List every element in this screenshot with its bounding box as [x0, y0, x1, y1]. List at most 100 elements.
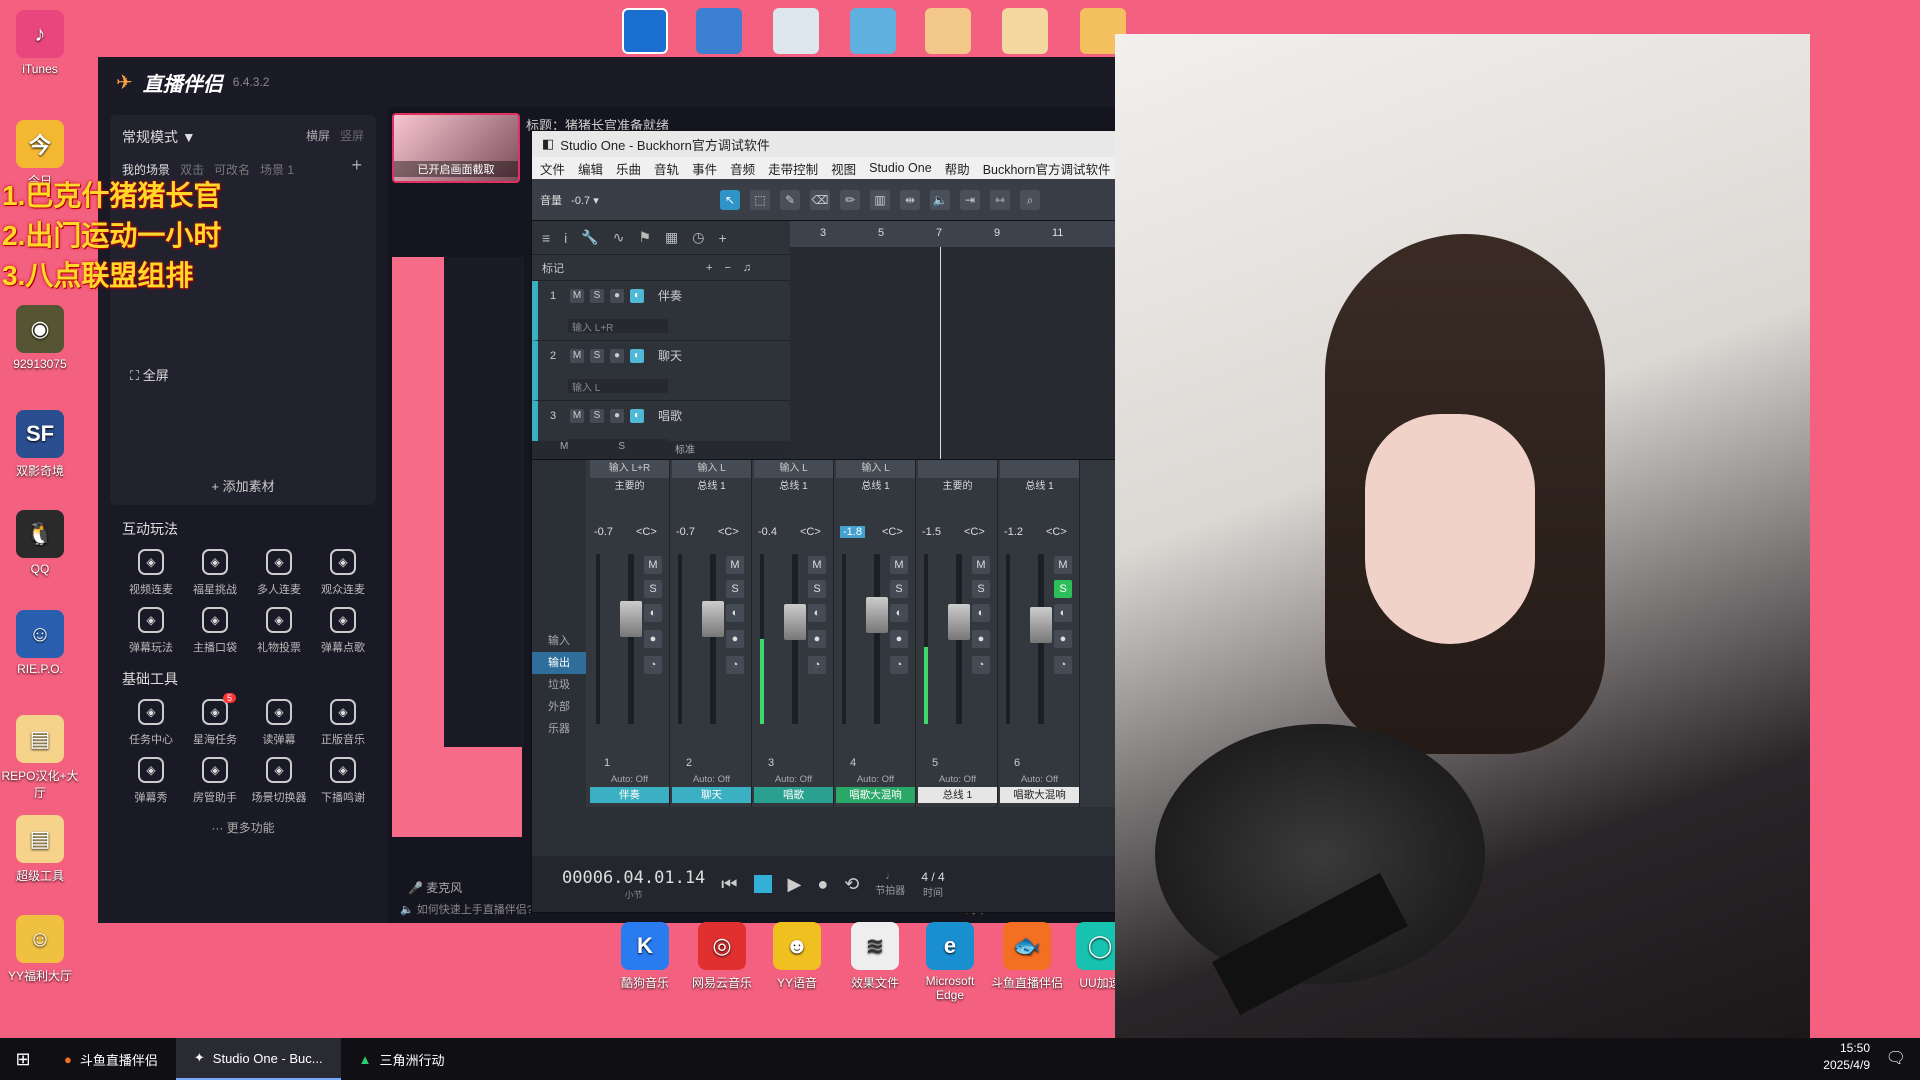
mixer-side-item[interactable]: 输入 — [532, 630, 586, 652]
tool-item[interactable]: ◈ 弹幕玩法 — [120, 605, 182, 655]
tool-item[interactable]: ◈ 读弹幕 — [248, 697, 310, 747]
channel-name[interactable]: 唱歌 — [754, 787, 833, 803]
channel-record-icon[interactable]: ● — [972, 630, 990, 648]
tool-item[interactable]: ◈ 主播口袋 — [184, 605, 246, 655]
grid-icon[interactable]: ▦ — [665, 229, 678, 246]
channel-dial-icon[interactable]: ◔ — [972, 656, 990, 674]
split-tool-icon[interactable]: ✎ — [780, 189, 800, 210]
track-name[interactable]: 唱歌 — [658, 407, 682, 424]
channel-dial-icon[interactable]: ◔ — [890, 656, 908, 674]
source-fullscreen[interactable]: ⛶ 全屏 — [130, 365, 169, 384]
track-input-select[interactable]: 输入 L+R — [568, 319, 668, 334]
channel-mute-button[interactable]: M — [972, 556, 990, 574]
playhead[interactable] — [940, 247, 941, 459]
channel-name[interactable]: 唱歌大混响 — [1000, 787, 1079, 803]
channel-name[interactable]: 唱歌大混响 — [836, 787, 915, 803]
channel-output[interactable]: 主要的 — [918, 478, 997, 496]
solo-button[interactable]: S — [590, 348, 604, 363]
volume-control[interactable]: 音量 -0.7 ▾ — [540, 192, 710, 208]
studio-menu-item[interactable]: Studio One — [869, 161, 932, 175]
track-name[interactable]: 伴奏 — [658, 287, 682, 304]
track-input-select[interactable]: 输入 L — [568, 379, 668, 394]
channel-output[interactable]: 总线 1 — [754, 478, 833, 496]
studio-menu-item[interactable]: 音轨 — [654, 159, 679, 178]
channel-automation[interactable]: Auto: Off — [590, 774, 669, 785]
task-douyu[interactable]: ● 斗鱼直播伴侣 — [46, 1038, 176, 1080]
tool-item[interactable]: ◈ 弹幕点歌 — [312, 605, 374, 655]
track-name[interactable]: 聊天 — [658, 347, 682, 364]
channel-solo-button[interactable]: S — [726, 580, 744, 598]
channel-name[interactable]: 伴奏 — [590, 787, 669, 803]
channel-pan[interactable]: <C> — [1046, 526, 1067, 538]
volume-fader[interactable] — [866, 597, 888, 634]
solo-button[interactable]: S — [590, 288, 604, 303]
add-source-button[interactable]: + 添加素材 — [110, 476, 376, 495]
studio-menu-item[interactable]: 帮助 — [945, 159, 970, 178]
channel-input[interactable]: 输入 L — [672, 460, 751, 478]
channel-record-icon[interactable]: ● — [726, 630, 744, 648]
channel-input[interactable] — [1000, 460, 1079, 478]
desktop-icon[interactable]: ▤ REPO汉化+大厅 — [0, 715, 80, 801]
channel-dial-icon[interactable]: ◔ — [726, 656, 744, 674]
volume-fader[interactable] — [784, 604, 806, 640]
channel-name[interactable]: 聊天 — [672, 787, 751, 803]
stop-button[interactable] — [753, 875, 772, 893]
top-icon-4[interactable] — [850, 8, 896, 54]
channel-mute-button[interactable]: M — [1054, 556, 1072, 574]
channel-automation[interactable]: Auto: Off — [1000, 774, 1079, 785]
desktop-icon[interactable]: SF 双影奇境 — [0, 410, 80, 479]
channel-name[interactable]: 总线 1 — [918, 787, 997, 803]
task-delta-force[interactable]: ▲ 三角洲行动 — [341, 1038, 463, 1080]
info-icon[interactable]: i — [564, 230, 567, 246]
tool-item[interactable]: ◈ 场景切换器 — [248, 755, 310, 805]
channel-mute-button[interactable]: M — [726, 556, 744, 574]
channel-monitor-icon[interactable]: ◐ — [1054, 604, 1072, 622]
desktop-icon[interactable]: K 酷狗音乐 — [605, 922, 685, 991]
snap-icon[interactable]: ⇥ — [960, 189, 980, 210]
channel-record-icon[interactable]: ● — [808, 630, 826, 648]
channel-record-icon[interactable]: ● — [1054, 630, 1072, 648]
marker-note-icon[interactable]: ♫ — [743, 262, 751, 274]
tool-item[interactable]: ◈ 视频连麦 — [120, 547, 182, 597]
channel-monitor-icon[interactable]: ◐ — [890, 604, 908, 622]
mixer-side-item[interactable]: 垃圾 — [532, 674, 586, 696]
channel-automation[interactable]: Auto: Off — [836, 774, 915, 785]
desktop-icon[interactable]: ☺ YY福利大厅 — [0, 915, 80, 984]
channel-solo-button[interactable]: S — [808, 580, 826, 598]
channel-pan[interactable]: <C> — [636, 526, 657, 538]
anchor-thumbnail[interactable]: 已开启画面截取 — [392, 113, 520, 183]
footer-m[interactable]: M — [560, 441, 568, 459]
flag-icon[interactable]: ⚑ — [638, 229, 651, 246]
studio-menu-item[interactable]: 视图 — [831, 159, 856, 178]
tool-item[interactable]: ◈ 5 星海任务 — [184, 693, 246, 747]
channel-mute-button[interactable]: M — [644, 556, 662, 574]
channel-pan[interactable]: <C> — [882, 526, 903, 538]
studio-menu-item[interactable]: 走带控制 — [768, 159, 818, 178]
help-link[interactable]: 🔈 如何快速上手直播伴侣? — [400, 901, 533, 917]
studio-menu-item[interactable]: 音频 — [730, 159, 755, 178]
clock-icon[interactable]: ◷ — [692, 229, 704, 246]
channel-pan[interactable]: <C> — [718, 526, 739, 538]
monitor-button[interactable]: ◐ — [630, 348, 644, 363]
timeline-area[interactable] — [790, 247, 1115, 459]
desktop-icon[interactable]: ☺ RIE.P.O. — [0, 610, 80, 676]
desktop-icon[interactable]: e Microsoft Edge — [910, 922, 990, 1002]
automation-icon[interactable]: ∿ — [613, 229, 625, 246]
channel-monitor-icon[interactable]: ◐ — [644, 604, 662, 622]
footer-standard[interactable]: 标准 — [675, 441, 695, 459]
desktop-icon[interactable]: ♪ iTunes — [0, 10, 80, 76]
orientation-landscape[interactable]: 横屏 — [306, 129, 330, 143]
track-row[interactable]: 2 M S ● ◐ 聊天 输入 L — [532, 341, 790, 401]
desktop-icon[interactable]: ◎ 网易云音乐 — [682, 922, 762, 991]
task-studio-one[interactable]: ✦ Studio One - Buc... — [175, 1038, 341, 1080]
channel-solo-button[interactable]: S — [644, 580, 662, 598]
channel-output[interactable]: 总线 1 — [672, 478, 751, 496]
menu-icon[interactable]: ≡ — [542, 230, 550, 246]
volume-fader[interactable] — [702, 600, 724, 637]
mute-tool-icon[interactable]: ▥ — [870, 189, 890, 210]
channel-input[interactable]: 输入 L — [836, 460, 915, 478]
add-scene-button[interactable]: + — [351, 155, 362, 176]
desktop-icon[interactable]: ▤ 超级工具 — [0, 815, 80, 884]
orientation-portrait[interactable]: 竖屏 — [340, 129, 364, 143]
volume-fader[interactable] — [948, 604, 970, 640]
